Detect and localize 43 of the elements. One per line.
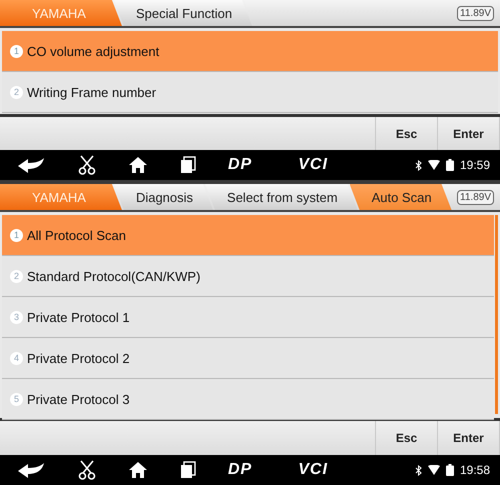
item-label: All Protocol Scan — [27, 228, 126, 242]
battery-icon — [446, 159, 454, 171]
scrollbar[interactable] — [495, 215, 498, 414]
vci-button[interactable]: VCI — [298, 156, 328, 174]
breadcrumb-tab[interactable]: Select from system — [205, 184, 358, 210]
number-badge: 4 — [10, 352, 23, 364]
item-label: Standard Protocol(CAN/KWP) — [27, 268, 200, 284]
wifi-icon — [428, 465, 440, 475]
breadcrumb-tab[interactable]: Special Function — [114, 0, 252, 26]
dp-button[interactable]: DP — [228, 461, 252, 479]
clock-time: 19:58 — [460, 463, 490, 477]
number-badge: 1 — [10, 228, 23, 242]
vci-button[interactable]: VCI — [298, 461, 328, 479]
clock-time: 19:59 — [460, 158, 490, 172]
item-label: Writing Frame number — [27, 84, 156, 100]
item-label: Private Protocol 3 — [27, 392, 130, 406]
item-label: Private Protocol 2 — [27, 350, 130, 366]
list-item[interactable]: 1 All Protocol Scan — [2, 215, 494, 256]
number-badge: 1 — [10, 44, 23, 58]
wifi-icon — [428, 160, 440, 170]
number-badge: 3 — [10, 310, 23, 324]
item-label: CO volume adjustment — [27, 44, 160, 58]
breadcrumb-tab[interactable]: Diagnosis — [114, 184, 214, 210]
item-label: Private Protocol 1 — [27, 310, 130, 324]
scissors-icon[interactable] — [78, 460, 96, 480]
recent-apps-icon[interactable] — [180, 156, 196, 174]
dp-button[interactable]: DP — [228, 156, 252, 174]
voltage-indicator: 11.89V — [457, 190, 494, 204]
back-icon[interactable] — [16, 156, 46, 174]
number-badge: 2 — [10, 86, 23, 98]
home-icon[interactable] — [128, 156, 148, 174]
bluetooth-icon — [414, 464, 422, 476]
voltage-indicator: 11.89V — [457, 6, 494, 20]
battery-icon — [446, 464, 454, 476]
breadcrumb-tab[interactable]: Auto Scan — [350, 184, 452, 210]
scissors-icon[interactable] — [78, 155, 96, 175]
number-badge: 2 — [10, 270, 23, 282]
bluetooth-icon — [414, 160, 422, 170]
back-icon[interactable] — [16, 461, 46, 479]
list-item[interactable]: 1 CO volume adjustment — [2, 31, 498, 72]
number-badge: 5 — [10, 392, 23, 406]
home-icon[interactable] — [128, 461, 148, 479]
recent-apps-icon[interactable] — [180, 461, 196, 479]
